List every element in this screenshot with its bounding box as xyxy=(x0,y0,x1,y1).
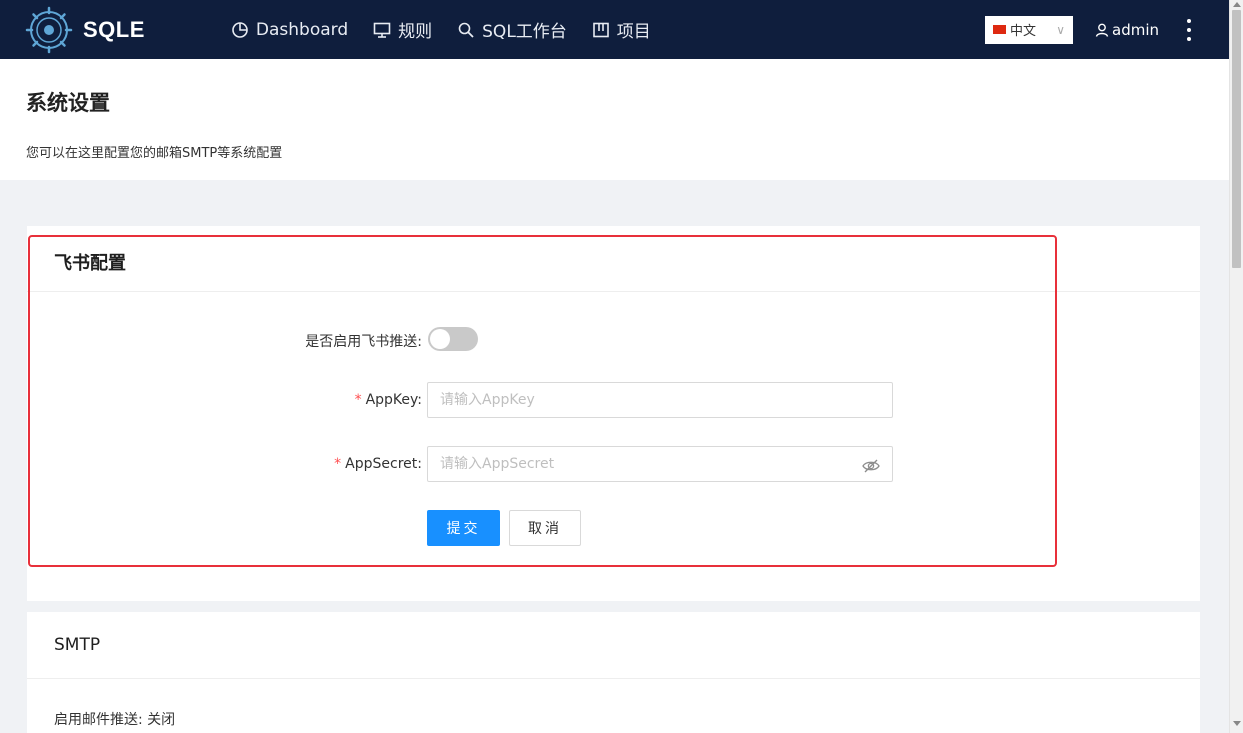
enable-feishu-toggle[interactable] xyxy=(428,327,478,351)
app-secret-input[interactable] xyxy=(427,446,893,482)
smtp-status-text: 启用邮件推送: 关闭 xyxy=(54,712,176,728)
language-select[interactable]: 中文 ∨ xyxy=(985,15,1073,44)
china-flag-icon xyxy=(993,25,1006,34)
logo[interactable]: SQLE xyxy=(25,6,145,54)
top-navigation-bar: SQLE Dashboard 规则 SQL工作台 项目 中文 ∨ admin xyxy=(0,0,1229,59)
card-divider xyxy=(27,291,1200,292)
app-key-input[interactable] xyxy=(427,382,893,418)
language-label: 中文 xyxy=(1010,24,1037,39)
scroll-up-icon[interactable] xyxy=(1233,2,1241,7)
scroll-thumb[interactable] xyxy=(1232,10,1241,268)
nav-label-dashboard: Dashboard xyxy=(255,19,349,40)
smtp-card-title: SMTP xyxy=(54,635,101,655)
header-tools: 中文 ∨ admin xyxy=(985,15,1191,44)
smtp-config-card: SMTP 启用邮件推送: 关闭 xyxy=(27,612,1200,733)
app-secret-label: * AppSecret: xyxy=(222,456,422,472)
eye-invisible-icon[interactable] xyxy=(861,456,881,476)
chevron-down-icon: ∨ xyxy=(1056,22,1065,37)
app-secret-label-text: AppSecret: xyxy=(345,456,422,472)
cancel-button[interactable]: 取消 xyxy=(509,510,581,546)
feishu-config-card: 飞书配置 是否启用飞书推送: *AppKey: *AppSecret: 提交 取… xyxy=(27,226,1200,601)
main-nav: Dashboard 规则 SQL工作台 项目 xyxy=(231,17,676,42)
more-menu-icon[interactable] xyxy=(1187,16,1191,43)
nav-label-rules: 规则 xyxy=(398,22,433,42)
nav-item-sql-workbench[interactable]: SQL工作台 xyxy=(457,17,567,42)
app-key-label: * AppKey: xyxy=(222,392,422,408)
page-title: 系统设置 xyxy=(26,91,110,115)
page-scrollbar[interactable] xyxy=(1229,0,1243,733)
logo-text: SQLE xyxy=(83,16,145,42)
nav-label-sql-workbench: SQL工作台 xyxy=(482,22,567,42)
nav-item-dashboard[interactable]: Dashboard xyxy=(231,20,348,40)
feishu-card-title: 飞书配置 xyxy=(54,253,126,274)
search-icon xyxy=(458,22,474,38)
nav-item-rules[interactable]: 规则 xyxy=(373,17,432,42)
sqle-logo-icon xyxy=(25,6,73,53)
submit-button[interactable]: 提交 xyxy=(427,510,500,546)
scroll-down-icon[interactable] xyxy=(1233,721,1241,726)
enable-feishu-label-text: 是否启用飞书推送: xyxy=(305,334,422,350)
required-mark: * xyxy=(334,456,342,472)
card-divider xyxy=(27,678,1200,679)
user-name: admin xyxy=(1112,20,1159,39)
page-description: 您可以在这里配置您的邮箱SMTP等系统配置 xyxy=(26,146,283,161)
user-icon xyxy=(1095,23,1109,37)
nav-label-project: 项目 xyxy=(616,22,651,42)
dashboard-icon xyxy=(232,21,248,38)
nav-item-project[interactable]: 项目 xyxy=(592,17,651,42)
project-icon xyxy=(592,22,609,37)
enable-feishu-label: 是否启用飞书推送: xyxy=(222,331,422,351)
required-mark: * xyxy=(354,392,362,408)
monitor-icon xyxy=(373,22,391,38)
app-key-label-text: AppKey: xyxy=(365,392,422,408)
user-menu[interactable]: admin xyxy=(1095,21,1159,39)
toggle-knob xyxy=(430,329,450,349)
page-header: 系统设置 您可以在这里配置您的邮箱SMTP等系统配置 xyxy=(0,59,1229,180)
